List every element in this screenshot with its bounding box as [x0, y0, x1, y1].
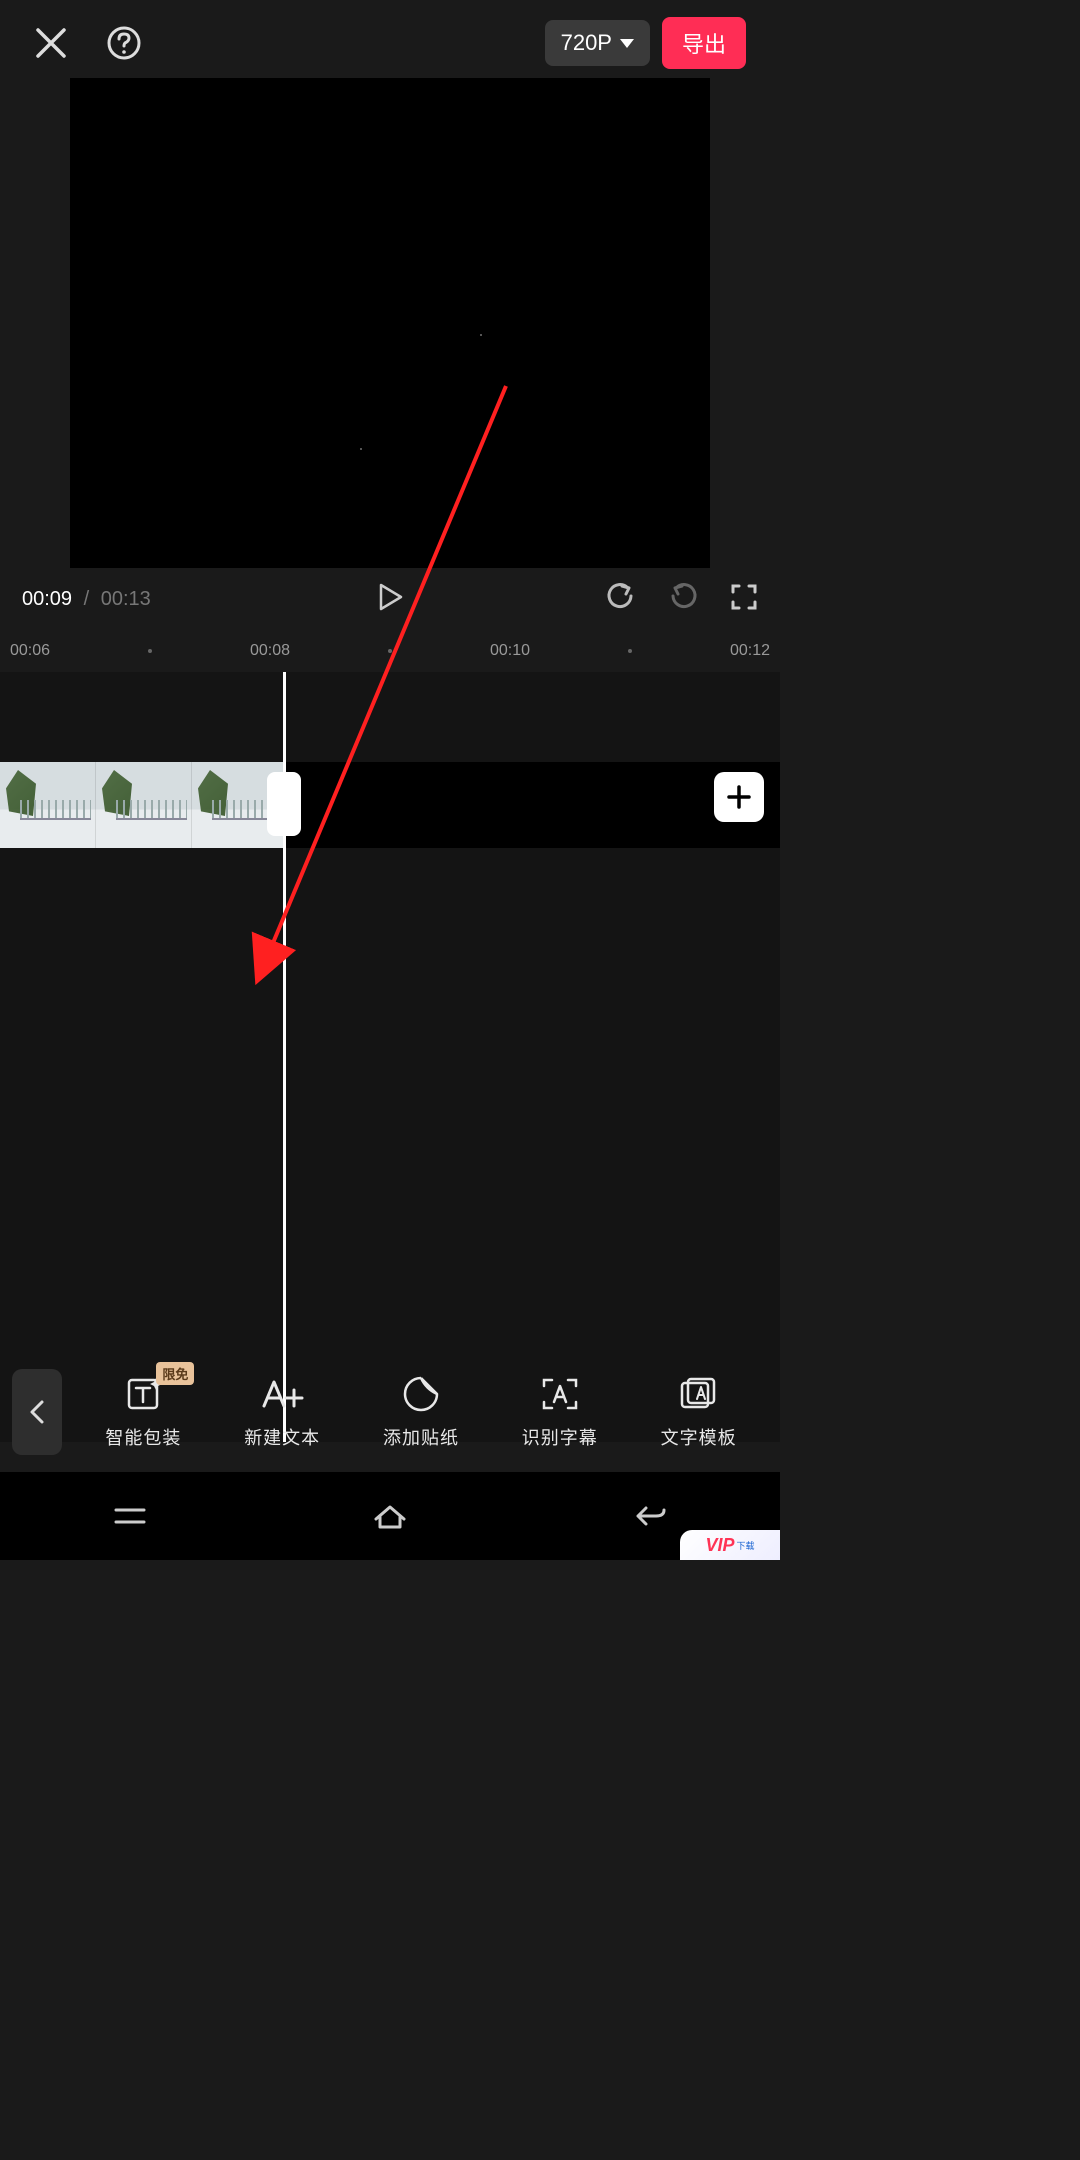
timeline[interactable]	[0, 672, 780, 1442]
ruler-mark: 00:06	[10, 642, 50, 660]
nav-menu-button[interactable]	[70, 1504, 190, 1528]
ruler-tick	[148, 649, 152, 653]
tool-detect-caption[interactable]: 识别字幕	[511, 1374, 609, 1450]
clip-thumbnail	[0, 762, 96, 848]
free-badge: 限免	[156, 1362, 194, 1385]
close-button[interactable]	[34, 26, 68, 60]
nav-home-button[interactable]	[330, 1501, 450, 1531]
timeline-ruler[interactable]: 00:06 00:08 00:10 00:12	[0, 630, 780, 672]
ruler-tick	[388, 649, 392, 653]
help-button[interactable]	[106, 25, 142, 61]
playback-time: 00:09 / 00:13	[22, 588, 151, 611]
ruler-tick	[628, 649, 632, 653]
export-button[interactable]: 导出	[662, 17, 746, 69]
current-time: 00:09	[22, 588, 72, 610]
chevron-down-icon	[620, 39, 634, 48]
resolution-label: 720P	[561, 30, 612, 56]
ruler-mark: 00:08	[250, 642, 290, 660]
tool-smart-package[interactable]: 限免 智能包装	[94, 1374, 192, 1450]
tool-label: 新建文本	[244, 1424, 320, 1450]
export-label: 导出	[682, 32, 726, 57]
toolbar-back-button[interactable]	[12, 1369, 62, 1455]
tool-new-text[interactable]: 新建文本	[233, 1374, 331, 1450]
fullscreen-button[interactable]	[730, 583, 758, 616]
clip-thumbnail	[96, 762, 192, 848]
text-add-icon	[260, 1374, 304, 1414]
clip-track[interactable]	[0, 762, 780, 848]
sticker-icon	[402, 1374, 440, 1414]
play-button[interactable]	[375, 582, 405, 617]
resolution-selector[interactable]: 720P	[545, 20, 650, 66]
tool-label: 文字模板	[661, 1424, 737, 1450]
video-preview[interactable]	[70, 78, 710, 568]
tool-add-sticker[interactable]: 添加贴纸	[372, 1374, 470, 1450]
tool-label: 识别字幕	[522, 1424, 598, 1450]
preview-speck-1	[480, 334, 482, 336]
ruler-mark: 00:10	[490, 642, 530, 660]
video-clip[interactable]	[0, 762, 283, 848]
tool-label: 添加贴纸	[383, 1424, 459, 1450]
caption-detect-icon	[540, 1374, 580, 1414]
duration-time: 00:13	[101, 588, 151, 610]
text-template-icon	[679, 1374, 719, 1414]
preview-speck-2	[360, 448, 362, 450]
nav-back-button[interactable]	[590, 1502, 710, 1530]
tool-text-template[interactable]: 文字模板	[650, 1374, 748, 1450]
watermark: VIP 下载	[680, 1530, 780, 1560]
playhead-handle[interactable]	[267, 772, 301, 836]
system-navbar	[0, 1472, 780, 1560]
watermark-brand: VIP	[705, 1535, 734, 1556]
tool-label: 智能包装	[105, 1424, 181, 1450]
add-clip-button[interactable]	[714, 772, 764, 822]
time-separator: /	[84, 588, 90, 610]
ruler-mark: 00:12	[730, 642, 770, 660]
redo-button[interactable]	[668, 582, 698, 617]
watermark-tag: 下载	[737, 1539, 755, 1552]
undo-button[interactable]	[606, 582, 636, 617]
